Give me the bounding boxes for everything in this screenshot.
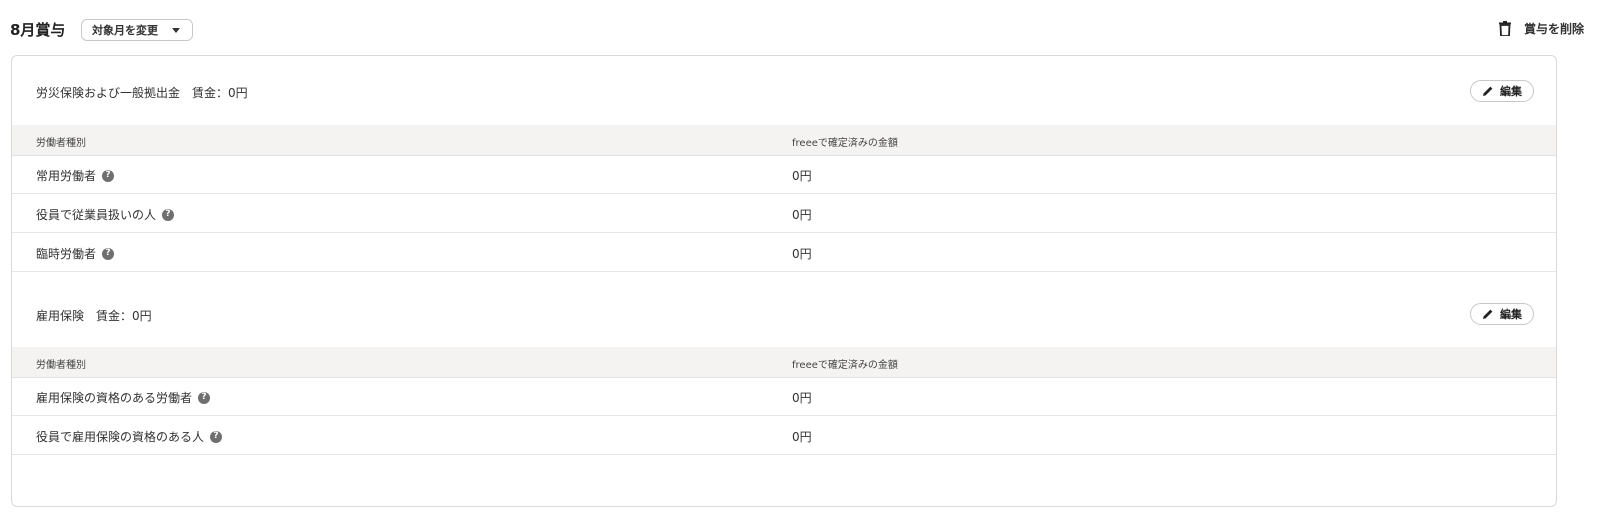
section-header-workers-comp: 労災保険および一般拠出金 賃金：0円 編集	[12, 56, 1556, 126]
change-month-button[interactable]: 対象月を変更	[81, 19, 193, 41]
row-label: 役員で従業員扱いの人	[36, 208, 157, 222]
chevron-down-icon	[172, 27, 180, 33]
table-row: 役員で雇用保険の資格のある人? 0円	[12, 416, 1556, 455]
row-value: 0円	[792, 430, 812, 444]
table-row: 役員で従業員扱いの人? 0円	[12, 194, 1556, 233]
row-label: 役員で雇用保険の資格のある人	[36, 430, 205, 444]
pencil-icon	[1483, 309, 1493, 319]
table-header: 労働者種別 freeeで確定済みの金額	[12, 125, 1556, 156]
help-icon[interactable]: ?	[102, 247, 115, 260]
row-label: 臨時労働者	[36, 247, 97, 261]
row-value: 0円	[792, 391, 812, 405]
edit-employment-button[interactable]: 編集	[1470, 303, 1534, 325]
column-header-amount: freeeで確定済みの金額	[792, 138, 898, 149]
page-title: 8月賞与	[10, 21, 66, 39]
change-month-label: 対象月を変更	[92, 24, 158, 37]
insurance-card: 労災保険および一般拠出金 賃金：0円 編集 労働者種別 freeeで確定済みの金…	[11, 55, 1557, 507]
row-label: 常用労働者	[36, 169, 97, 183]
page-header: 8月賞与 対象月を変更 賞与を削除	[0, 0, 1600, 62]
edit-label: 編集	[1500, 308, 1522, 321]
table-row: 常用労働者? 0円	[12, 155, 1556, 194]
pencil-icon	[1483, 86, 1493, 96]
trash-icon	[1498, 21, 1511, 36]
help-icon[interactable]: ?	[162, 208, 175, 221]
help-icon[interactable]: ?	[102, 169, 115, 182]
section-header-employment: 雇用保険 賃金：0円 編集	[12, 272, 1556, 342]
row-value: 0円	[792, 208, 812, 222]
table-row: 臨時労働者? 0円	[12, 233, 1556, 272]
row-label: 雇用保険の資格のある労働者	[36, 391, 193, 405]
table-header: 労働者種別 freeeで確定済みの金額	[12, 347, 1556, 378]
delete-bonus-label: 賞与を削除	[1523, 22, 1584, 36]
row-value: 0円	[792, 169, 812, 183]
section-title-workers-comp: 労災保険および一般拠出金 賃金：0円	[36, 86, 248, 100]
help-icon[interactable]: ?	[198, 391, 211, 404]
table-row: 雇用保険の資格のある労働者? 0円	[12, 377, 1556, 416]
edit-workers-comp-button[interactable]: 編集	[1470, 80, 1534, 102]
edit-label: 編集	[1500, 85, 1522, 98]
column-header-worker-type: 労働者種別	[36, 360, 86, 371]
column-header-amount: freeeで確定済みの金額	[792, 360, 898, 371]
column-header-worker-type: 労働者種別	[36, 138, 86, 149]
section-title-employment: 雇用保険 賃金：0円	[36, 309, 152, 323]
row-value: 0円	[792, 247, 812, 261]
help-icon[interactable]: ?	[210, 430, 223, 443]
delete-bonus-button[interactable]: 賞与を削除	[1498, 20, 1584, 37]
